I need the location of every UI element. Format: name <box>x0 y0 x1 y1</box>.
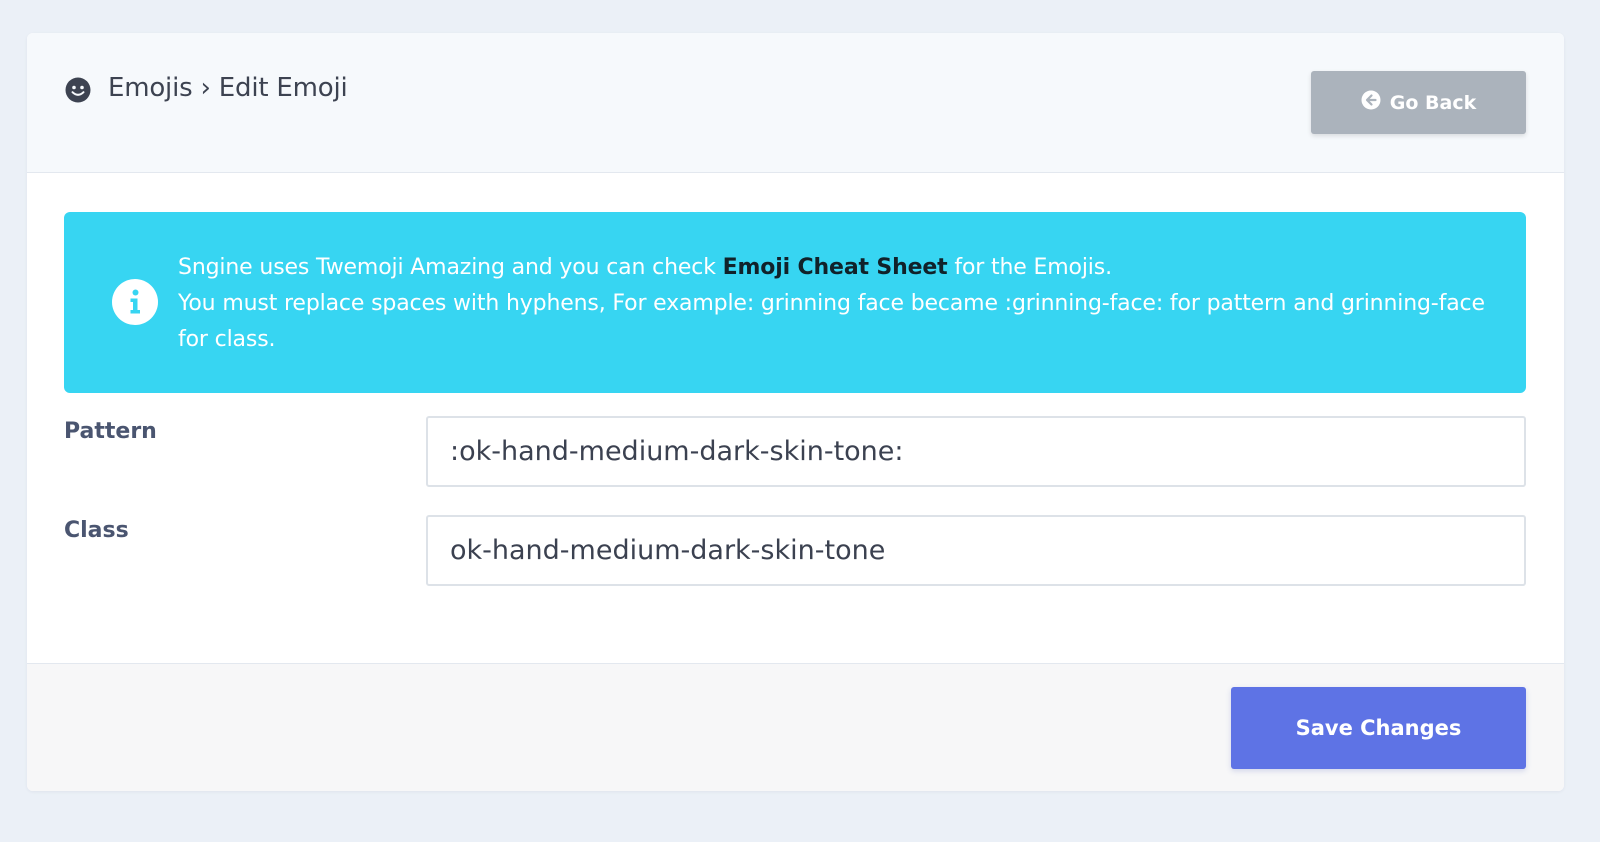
pattern-input[interactable] <box>426 416 1526 487</box>
alert-line-2: You must replace spaces with hyphens, Fo… <box>178 291 1485 352</box>
save-changes-button[interactable]: Save Changes <box>1231 687 1526 769</box>
pattern-label: Pattern <box>64 419 157 444</box>
class-input[interactable] <box>426 515 1526 586</box>
class-label: Class <box>64 518 129 543</box>
card-header: Emojis › Edit Emoji Go Back <box>27 33 1564 173</box>
page-title: Emojis › Edit Emoji <box>108 73 348 103</box>
edit-emoji-card: Emojis › Edit Emoji Go Back Sngine uses … <box>27 33 1564 791</box>
info-alert: Sngine uses Twemoji Amazing and you can … <box>64 212 1526 393</box>
alert-message: Sngine uses Twemoji Amazing and you can … <box>178 250 1503 358</box>
alert-line-1: Sngine uses Twemoji Amazing and you can … <box>178 255 1112 280</box>
arrow-circle-left-icon <box>1361 90 1381 115</box>
info-circle-icon <box>112 279 158 325</box>
go-back-button[interactable]: Go Back <box>1311 71 1526 134</box>
emoji-cheat-sheet-link[interactable]: Emoji Cheat Sheet <box>723 255 948 280</box>
go-back-label: Go Back <box>1389 91 1477 114</box>
card-footer: Save Changes <box>27 663 1564 791</box>
smile-icon <box>65 77 91 103</box>
